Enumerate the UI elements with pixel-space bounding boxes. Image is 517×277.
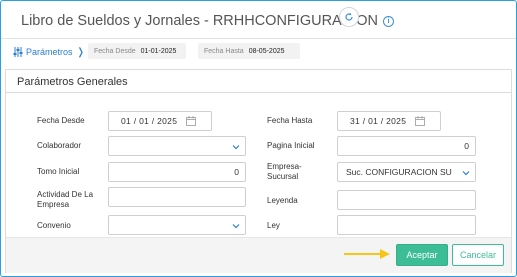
parameters-label: Parámetros: [26, 47, 73, 57]
pagina-inicial-label: Pagina Inicial: [267, 141, 315, 150]
ley-label: Ley: [267, 221, 280, 230]
panel-divider: [6, 92, 511, 93]
cancel-button[interactable]: Cancelar: [452, 244, 504, 266]
chevron-right-icon: ❭: [76, 46, 85, 58]
chevron-down-icon: [462, 169, 470, 177]
ley-input[interactable]: [337, 215, 476, 235]
info-icon[interactable]: i: [382, 15, 394, 27]
page-title: Libro de Sueldos y Jornales - RRHHCONFIG…: [21, 13, 378, 29]
panel-title: Parámetros Generales: [17, 76, 128, 88]
parameters-toggle[interactable]: Parámetros ❭: [13, 44, 85, 60]
calendar-icon[interactable]: [186, 116, 196, 126]
chevron-down-icon: [232, 145, 240, 150]
leyenda-input[interactable]: [337, 190, 476, 210]
refresh-icon: [345, 12, 353, 21]
colaborador-select[interactable]: [108, 136, 246, 156]
actividad-label: Actividad De La Empresa: [37, 190, 94, 209]
empresa-sucursal-label: Empresa- Sucursal: [267, 162, 302, 181]
colaborador-label: Colaborador: [37, 141, 82, 150]
panel-footer: Aceptar Cancelar: [6, 237, 511, 273]
convenio-select[interactable]: [108, 215, 246, 235]
tomo-inicial-input[interactable]: 0: [108, 162, 246, 182]
title-row: Libro de Sueldos y Jornales - RRHHCONFIG…: [21, 11, 394, 31]
filter-chip-fecha-hasta: Fecha Hasta 08-05-2025: [198, 43, 300, 59]
report-dialog: Libro de Sueldos y Jornales - RRHHCONFIG…: [0, 0, 517, 277]
tomo-inicial-label: Tomo Inicial: [37, 167, 80, 176]
convenio-label: Convenio: [37, 221, 71, 230]
leyenda-label: Leyenda: [267, 196, 298, 205]
refresh-button[interactable]: [339, 7, 359, 27]
pointer-arrow-icon: [344, 249, 390, 259]
fecha-hasta-input[interactable]: 31 / 01 / 2025: [337, 111, 441, 131]
fecha-hasta-label: Fecha Hasta: [267, 116, 313, 125]
header-divider: [1, 38, 516, 39]
fecha-desde-input[interactable]: 01 / 01 / 2025: [108, 111, 212, 131]
pagina-inicial-input[interactable]: 0: [337, 136, 476, 156]
chevron-down-icon: [232, 224, 240, 229]
calendar-icon[interactable]: [415, 116, 425, 126]
parametros-generales-panel: Parámetros Generales Fecha Desde 01 / 01…: [5, 69, 512, 273]
fecha-desde-label: Fecha Desde: [37, 116, 85, 125]
sliders-icon: [13, 47, 23, 57]
filter-chip-fecha-desde: Fecha Desde 01-01-2025: [88, 43, 186, 59]
empresa-sucursal-select[interactable]: Suc. CONFIGURACION SU: [337, 162, 476, 182]
accept-button[interactable]: Aceptar: [396, 244, 448, 266]
actividad-input[interactable]: [108, 187, 246, 207]
